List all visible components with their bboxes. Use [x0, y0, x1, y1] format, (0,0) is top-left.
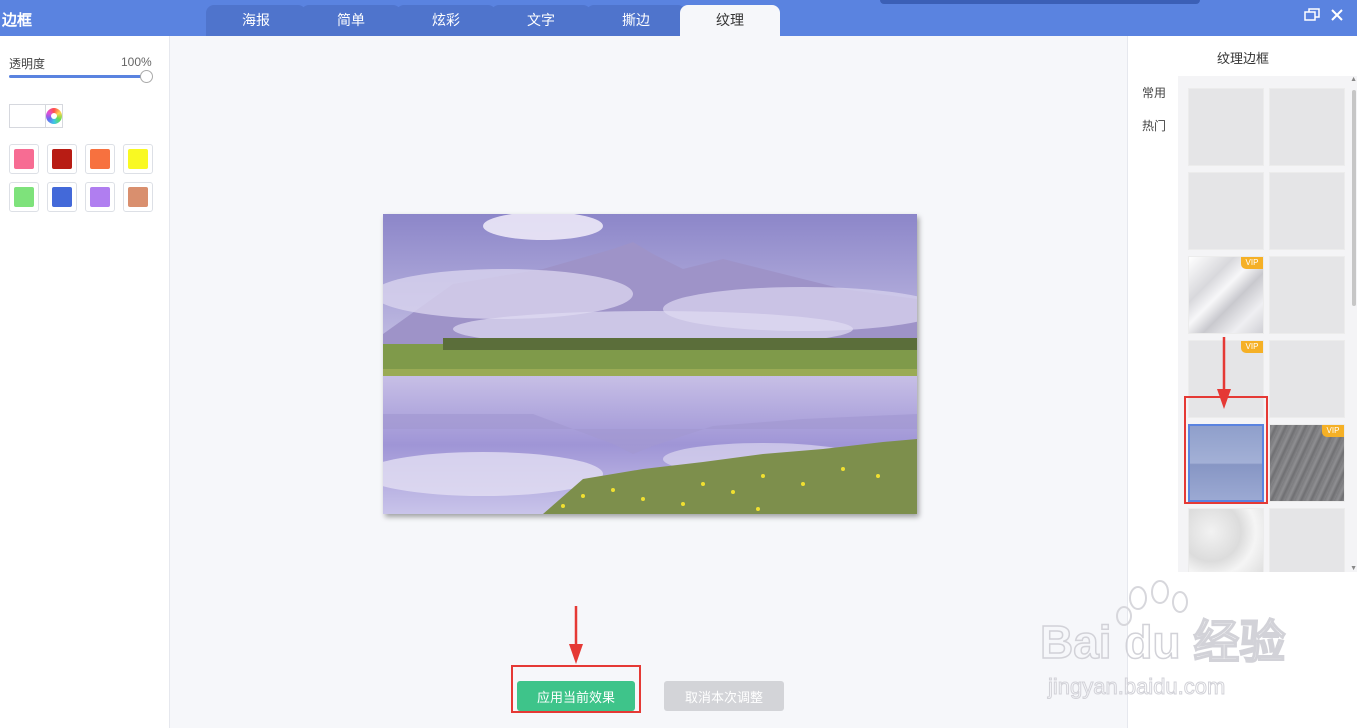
- custom-color-picker[interactable]: [9, 104, 63, 128]
- opacity-label: 透明度: [9, 57, 46, 71]
- color-swatch[interactable]: [47, 144, 77, 174]
- tab-texture[interactable]: 纹理: [680, 5, 780, 36]
- scroll-down-icon[interactable]: ▼: [1350, 565, 1357, 572]
- color-swatch-fill: [14, 187, 34, 207]
- vip-badge: VIP: [1322, 425, 1344, 437]
- color-wheel-icon[interactable]: [46, 108, 62, 124]
- opacity-slider[interactable]: [9, 75, 148, 78]
- restore-window-icon[interactable]: [1302, 8, 1322, 28]
- color-swatch[interactable]: [123, 182, 153, 212]
- vip-badge: VIP: [1241, 257, 1263, 269]
- color-swatch-fill: [52, 187, 72, 207]
- texture-thumbnail[interactable]: VIP: [1188, 256, 1264, 334]
- tab-text[interactable]: 文字: [491, 5, 591, 36]
- color-swatch[interactable]: [9, 182, 39, 212]
- color-swatch[interactable]: [85, 182, 115, 212]
- color-swatch-fill: [90, 149, 110, 169]
- apply-effect-button[interactable]: 应用当前效果: [517, 681, 635, 711]
- title-bar: 边框 海报 简单 炫彩 文字 撕边 纹理: [0, 0, 1357, 36]
- opacity-slider-thumb[interactable]: [140, 70, 153, 83]
- arrow-to-texture-icon: [1217, 337, 1231, 409]
- texture-thumbnail[interactable]: [1188, 508, 1264, 572]
- window-title: 边框: [2, 12, 33, 29]
- color-swatch-fill: [90, 187, 110, 207]
- texture-thumbnail[interactable]: [1188, 88, 1264, 166]
- color-swatch-fill: [128, 187, 148, 207]
- top-decoration: [880, 0, 1200, 4]
- cancel-adjust-button[interactable]: 取消本次调整: [664, 681, 784, 711]
- texture-scrollbar[interactable]: ▲ ▼: [1349, 76, 1357, 572]
- texture-thumbnail[interactable]: [1188, 172, 1264, 250]
- canvas-area: 应用当前效果 取消本次调整: [171, 36, 1127, 728]
- texture-thumbnail[interactable]: [1269, 88, 1345, 166]
- texture-border-title: 纹理边框: [1216, 51, 1269, 66]
- texture-thumbnail[interactable]: [1269, 172, 1345, 250]
- tab-torn-edge[interactable]: 撕边: [586, 5, 686, 36]
- texture-thumbnail[interactable]: [1269, 340, 1345, 418]
- baidu-watermark: Bai du 经验 jingyan.baidu.com: [1039, 580, 1286, 700]
- scroll-up-icon[interactable]: ▲: [1350, 76, 1357, 83]
- texture-thumbnail[interactable]: [1269, 508, 1345, 572]
- color-swatch-fill: [52, 149, 72, 169]
- tab-simple[interactable]: 简单: [301, 5, 401, 36]
- color-swatch[interactable]: [123, 144, 153, 174]
- texture-thumbnail[interactable]: VIP: [1269, 424, 1345, 502]
- left-panel: 透明度 100%: [0, 36, 170, 728]
- color-swatch-fill: [128, 149, 148, 169]
- scrollbar-thumb[interactable]: [1352, 90, 1356, 306]
- selected-texture-highlight: [1184, 396, 1268, 504]
- color-swatch[interactable]: [85, 144, 115, 174]
- color-swatch[interactable]: [47, 182, 77, 212]
- color-swatch-fill: [14, 149, 34, 169]
- watermark-url: jingyan.baidu.com: [1047, 674, 1225, 699]
- tab-poster[interactable]: 海报: [206, 5, 306, 36]
- vip-badge: VIP: [1241, 341, 1263, 353]
- category-common[interactable]: 常用: [1142, 84, 1166, 101]
- preview-photo: [383, 214, 917, 514]
- category-hot[interactable]: 热门: [1142, 117, 1166, 134]
- close-icon[interactable]: [1327, 8, 1347, 28]
- arrow-to-apply-icon: [569, 606, 583, 664]
- watermark-brand: Bai du 经验: [1040, 616, 1285, 668]
- color-swatch[interactable]: [9, 144, 39, 174]
- opacity-value: 100%: [121, 55, 152, 69]
- texture-thumbnail[interactable]: [1269, 256, 1345, 334]
- tab-colorful[interactable]: 炫彩: [396, 5, 496, 36]
